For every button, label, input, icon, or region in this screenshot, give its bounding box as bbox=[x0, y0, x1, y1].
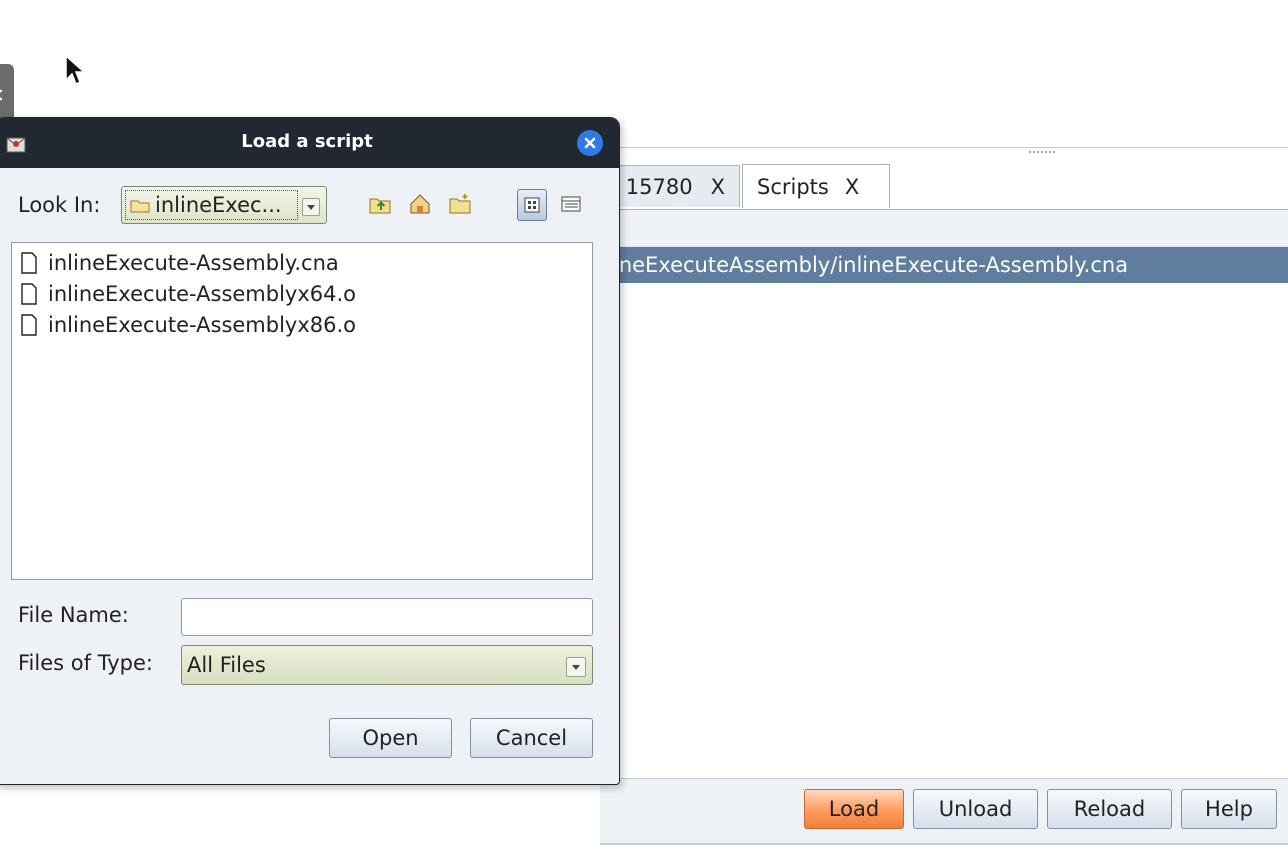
file-name-field[interactable] bbox=[181, 598, 593, 636]
file-name: inlineExecute-Assembly.cna bbox=[48, 251, 339, 275]
file-name-label: File Name: bbox=[18, 603, 129, 627]
chevron-down-icon[interactable] bbox=[566, 657, 586, 677]
tab-scripts[interactable]: Scripts X bbox=[742, 164, 890, 208]
chevron-down-icon[interactable] bbox=[302, 198, 320, 216]
scripts-button-bar: Load Unload Reload Help bbox=[600, 778, 1288, 845]
look-in-label: Look In: bbox=[18, 193, 101, 217]
tab-session[interactable]: 15780 X bbox=[600, 165, 740, 207]
tab-scripts-label: Scripts bbox=[757, 174, 829, 199]
dialog-title: Load a script bbox=[241, 131, 373, 152]
list-view-icon bbox=[524, 197, 540, 213]
list-item[interactable]: inlineExecute-Assemblyx86.o bbox=[20, 311, 356, 339]
file-name: inlineExecute-Assemblyx64.o bbox=[48, 282, 357, 306]
look-in-value: inlineExec... bbox=[155, 193, 282, 217]
close-icon[interactable] bbox=[577, 130, 603, 156]
tab-session-label: 15780 bbox=[625, 174, 693, 199]
reload-button[interactable]: Reload bbox=[1047, 789, 1172, 829]
file-list[interactable]: inlineExecute-Assembly.cna inlineExecute… bbox=[11, 242, 593, 580]
new-folder-icon[interactable] bbox=[448, 192, 472, 216]
list-item[interactable]: inlineExecute-Assembly.cna bbox=[20, 249, 339, 277]
script-table-row[interactable]: inlineExecuteAssembly/inlineExecute-Asse… bbox=[600, 247, 1288, 283]
cancel-button[interactable]: Cancel bbox=[470, 718, 593, 758]
file-icon bbox=[21, 283, 37, 305]
script-path: inlineExecuteAssembly/inlineExecute-Asse… bbox=[600, 253, 1129, 277]
look-in-dropdown[interactable]: inlineExec... bbox=[121, 186, 327, 224]
list-view-button[interactable] bbox=[517, 189, 547, 221]
file-icon bbox=[21, 252, 37, 274]
details-view-button[interactable] bbox=[557, 189, 587, 221]
help-button[interactable]: Help bbox=[1181, 789, 1277, 829]
home-icon[interactable] bbox=[408, 192, 432, 216]
files-of-type-select[interactable]: All Files bbox=[181, 645, 593, 685]
up-folder-icon[interactable] bbox=[368, 192, 392, 216]
file-name: inlineExecute-Assemblyx86.o bbox=[48, 313, 357, 337]
load-button[interactable]: Load bbox=[804, 789, 904, 829]
files-of-type-label: Files of Type: bbox=[18, 651, 153, 675]
details-view-icon bbox=[561, 196, 581, 212]
tab-scripts-close-icon[interactable]: X bbox=[845, 175, 859, 199]
unload-button[interactable]: Unload bbox=[913, 789, 1038, 829]
mouse-cursor-icon bbox=[65, 54, 86, 86]
tab-session-close-icon[interactable]: X bbox=[711, 175, 725, 199]
file-icon bbox=[21, 314, 37, 336]
folder-icon bbox=[130, 200, 150, 212]
files-of-type-value: All Files bbox=[187, 653, 266, 677]
scripts-table-header bbox=[600, 210, 1288, 247]
list-item[interactable]: inlineExecute-Assemblyx64.o bbox=[20, 280, 356, 308]
resize-grip[interactable] bbox=[1028, 150, 1056, 154]
open-button[interactable]: Open bbox=[329, 718, 452, 758]
tab-bar: 15780 X Scripts X bbox=[600, 164, 1288, 210]
dialog-titlebar[interactable]: Load a script bbox=[0, 118, 619, 168]
